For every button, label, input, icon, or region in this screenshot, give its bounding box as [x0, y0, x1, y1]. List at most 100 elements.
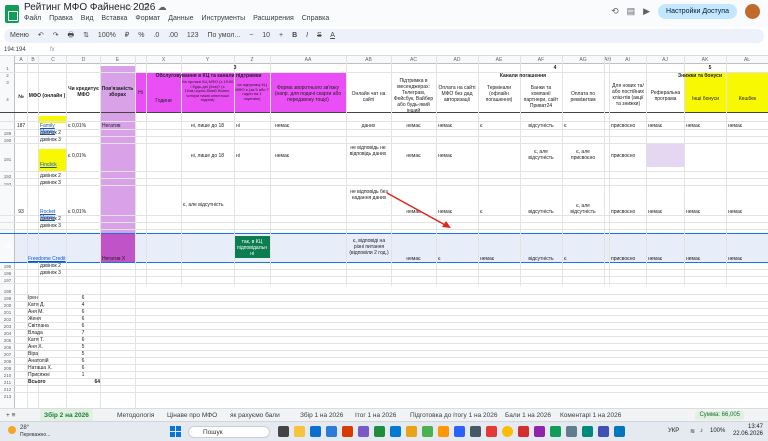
cell-new[interactable]: присвоєно: [611, 209, 646, 215]
person-count[interactable]: 6: [66, 337, 100, 343]
strikethrough-button[interactable]: S: [317, 32, 322, 39]
avatar[interactable]: [745, 4, 760, 19]
percent-button[interactable]: %: [138, 32, 144, 39]
cell-oth[interactable]: немає: [686, 256, 726, 262]
cell-req[interactable]: є: [564, 123, 604, 129]
cell-chat[interactable]: є, відповіді на різні питання (відповіли…: [348, 238, 390, 256]
col-ag[interactable]: AG: [562, 56, 604, 64]
cell-cc[interactable]: ні, лише до 18: [181, 153, 234, 159]
cell-dup[interactable]: Негатив: [102, 123, 135, 129]
app-icon[interactable]: [422, 426, 433, 437]
name-box[interactable]: 194:194: [4, 45, 26, 56]
cell-site[interactable]: немає: [438, 153, 478, 159]
print-icon[interactable]: 🖶: [68, 32, 75, 39]
cell-cb[interactable]: немає: [728, 123, 768, 129]
cell-num[interactable]: 187: [15, 123, 27, 129]
font-size-input[interactable]: 10: [262, 32, 270, 39]
mail-icon[interactable]: [390, 426, 401, 437]
person-name[interactable]: Влада: [28, 330, 66, 336]
cell-call[interactable]: дзвінок 3: [40, 180, 100, 186]
sum-indicator[interactable]: Сумма: 66,005: [695, 411, 744, 420]
cell-cb[interactable]: немає: [728, 209, 768, 215]
cell-call[interactable]: дзвінок 3: [40, 137, 100, 143]
cell-cb[interactable]: немає: [728, 256, 768, 262]
cell-chat[interactable]: не відповідь без надання даних: [349, 189, 389, 201]
app-icon[interactable]: [374, 426, 385, 437]
cell-cc2[interactable]: ні: [236, 123, 270, 129]
person-count[interactable]: 5: [66, 351, 100, 357]
cell-term[interactable]: є: [480, 209, 520, 215]
menu-help[interactable]: Справка: [302, 15, 329, 22]
col-e[interactable]: E: [100, 56, 135, 64]
cell-term[interactable]: є: [480, 123, 520, 129]
row-number[interactable]: 213: [0, 393, 15, 400]
sheets-icon[interactable]: [550, 426, 561, 437]
cell-cc[interactable]: є, але відсутність: [183, 202, 228, 208]
sheets-logo-icon[interactable]: [5, 5, 19, 23]
col-al[interactable]: AL: [726, 56, 768, 64]
cell-new[interactable]: присвоєно: [611, 256, 646, 262]
bold-button[interactable]: B: [292, 32, 297, 39]
cell-feedback[interactable]: немає: [275, 123, 335, 129]
person-name[interactable]: Катя Т.: [28, 337, 66, 343]
cell-cc2[interactable]: ні: [236, 153, 270, 159]
col-a[interactable]: A: [15, 56, 27, 64]
office-icon[interactable]: [342, 426, 353, 437]
person-count[interactable]: 7: [66, 330, 100, 336]
app-icon[interactable]: [598, 426, 609, 437]
person-name[interactable]: Аня М.: [28, 309, 66, 315]
menu-extensions[interactable]: Расширения: [253, 15, 294, 22]
col-c[interactable]: C: [39, 56, 67, 64]
col-ai[interactable]: AI: [609, 56, 646, 64]
cell-num[interactable]: 93: [15, 209, 27, 215]
col-af[interactable]: AF: [520, 56, 562, 64]
cell-bank[interactable]: відсутність: [520, 256, 562, 262]
col-x[interactable]: X: [146, 56, 181, 64]
menu-tools[interactable]: Инструменты: [201, 15, 245, 22]
increase-decimal-button[interactable]: .00: [168, 32, 178, 39]
person-count[interactable]: 6: [66, 316, 100, 322]
cell-req[interactable]: є: [564, 256, 604, 262]
mfo-link-freedome-credit[interactable]: Freedome Credit: [28, 256, 68, 262]
person-count[interactable]: 6: [66, 309, 100, 315]
cell-credit[interactable]: є 0,01%: [68, 123, 100, 129]
person-count[interactable]: 1: [66, 372, 100, 378]
cell-oth[interactable]: немає: [686, 209, 726, 215]
cell-ref[interactable]: немає: [648, 256, 684, 262]
app-icon[interactable]: [534, 426, 545, 437]
cell-credit[interactable]: є 0,01%: [68, 209, 100, 215]
cell-ref[interactable]: немає: [648, 209, 684, 215]
cell-site[interactable]: немає: [438, 123, 478, 129]
col-z[interactable]: Z: [234, 56, 270, 64]
cell-oth[interactable]: немає: [686, 123, 726, 129]
wifi-icon[interactable]: ≋: [690, 428, 695, 435]
person-name[interactable]: Світлана: [28, 323, 66, 329]
cell-cc-note[interactable]: так, в КЦ підповідальн ні: [235, 239, 269, 257]
weather-text[interactable]: Переважно...: [20, 432, 50, 438]
star-move-cloud-icons[interactable]: ☆ ⊡ ☁: [125, 2, 170, 13]
comments-icon[interactable]: ▤: [627, 6, 636, 17]
menu-data[interactable]: Данные: [168, 15, 193, 22]
battery-percent[interactable]: 100%: [710, 428, 725, 434]
menu-view[interactable]: Вид: [81, 15, 94, 22]
cell-call[interactable]: дзвінок 3: [40, 270, 100, 276]
font-size-increase[interactable]: +: [279, 32, 283, 39]
menu-insert[interactable]: Вставка: [101, 15, 127, 22]
cell-bank[interactable]: є, але відсутність: [522, 149, 560, 161]
person-name[interactable]: Женя: [28, 316, 66, 322]
row-number[interactable]: 2: [0, 72, 15, 79]
paint-format-icon[interactable]: ⇅: [83, 32, 89, 39]
font-size-decrease[interactable]: −: [249, 32, 253, 39]
row-number[interactable]: 3: [0, 79, 15, 86]
italic-button[interactable]: I: [306, 32, 308, 39]
app-icon[interactable]: [566, 426, 577, 437]
cell-new[interactable]: присвоєно: [611, 123, 646, 129]
total-value[interactable]: 64: [66, 379, 100, 385]
app-icon[interactable]: [614, 426, 625, 437]
cell-site[interactable]: є: [438, 256, 478, 262]
person-name[interactable]: Наташа Х.: [28, 365, 66, 371]
keyboard-language[interactable]: УКР: [668, 428, 679, 434]
menu-edit[interactable]: Правка: [49, 15, 73, 22]
person-name[interactable]: Ірен: [28, 295, 66, 301]
menu-format[interactable]: Формат: [135, 15, 160, 22]
